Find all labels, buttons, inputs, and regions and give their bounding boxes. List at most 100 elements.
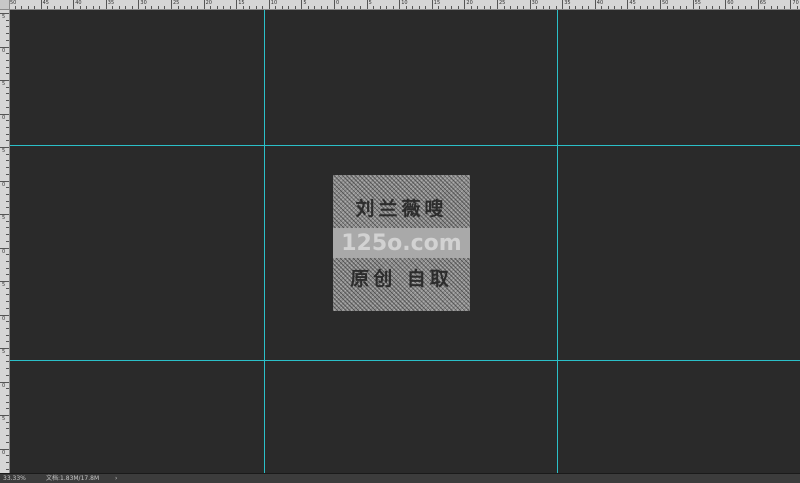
- vertical-ruler[interactable]: 5 0 5 0 5 0 5 0 5 0 5 0 5 0: [0, 9, 10, 473]
- ruler-minor-tick: [679, 6, 681, 9]
- ruler-minor-tick: [14, 6, 16, 9]
- ruler-minor-tick: [796, 6, 798, 9]
- ruler-minor-tick: [738, 6, 740, 9]
- ruler-minor-tick: [60, 6, 62, 9]
- ruler-minor-tick: [412, 6, 414, 9]
- ruler-minor-tick: [190, 6, 192, 9]
- ruler-tick-label: 5: [2, 14, 6, 20]
- ruler-minor-tick: [6, 294, 9, 296]
- ruler-minor-tick: [6, 287, 9, 289]
- ruler-minor-tick: [6, 354, 9, 356]
- ruler-tick-label: 0: [2, 449, 6, 456]
- ruler-minor-tick: [6, 341, 9, 343]
- horizontal-guide-2[interactable]: [10, 360, 800, 361]
- ruler-minor-tick: [646, 6, 648, 9]
- ruler-major-tick: [73, 0, 75, 9]
- ruler-minor-tick: [6, 388, 9, 390]
- document-watermark-text: 125o.com: [333, 228, 470, 258]
- ruler-minor-tick: [503, 6, 505, 9]
- ruler-minor-tick: [6, 59, 9, 61]
- ruler-minor-tick: [6, 260, 9, 262]
- vertical-guide-1[interactable]: [264, 10, 265, 473]
- ruler-minor-tick: [425, 6, 427, 9]
- ruler-minor-tick: [418, 6, 420, 9]
- ruler-minor-tick: [177, 6, 179, 9]
- ruler-minor-tick: [6, 461, 9, 463]
- ruler-minor-tick: [347, 6, 349, 9]
- ruler-minor-tick: [288, 6, 290, 9]
- ruler-minor-tick: [392, 6, 394, 9]
- ruler-minor-tick: [164, 6, 166, 9]
- ruler-major-tick: [627, 0, 629, 9]
- horizontal-ruler[interactable]: 50 45 40 35 30 25 20 15 10 5 0 5 10 15 20 25 30 35 40 45 50 5…: [0, 0, 800, 10]
- ruler-minor-tick: [6, 106, 9, 108]
- ruler-minor-tick: [79, 6, 81, 9]
- ruler-tick-label: 0: [2, 382, 6, 389]
- ruler-minor-tick: [229, 6, 231, 9]
- ruler-minor-tick: [92, 6, 94, 9]
- ruler-minor-tick: [783, 6, 785, 9]
- ruler-tick-label: 0: [2, 114, 6, 121]
- ruler-minor-tick: [6, 254, 9, 256]
- ruler-minor-tick: [197, 6, 199, 9]
- ruler-major-tick: [203, 0, 205, 9]
- ruler-minor-tick: [523, 6, 525, 9]
- ruler-minor-tick: [457, 6, 459, 9]
- ruler-minor-tick: [6, 220, 9, 222]
- ruler-minor-tick: [6, 173, 9, 175]
- ruler-minor-tick: [6, 301, 9, 303]
- ruler-tick-label: 5: [2, 215, 6, 221]
- ruler-tick-label: 5: [2, 81, 6, 87]
- ruler-minor-tick: [607, 6, 609, 9]
- ruler-major-tick: [529, 0, 531, 9]
- ruler-minor-tick: [275, 6, 277, 9]
- ruler-minor-tick: [712, 6, 714, 9]
- vertical-guide-2[interactable]: [557, 10, 558, 473]
- ruler-minor-tick: [588, 6, 590, 9]
- document-subtitle-text: 原创 自取: [350, 267, 453, 290]
- ruler-minor-tick: [157, 6, 159, 9]
- ruler-major-tick: [660, 0, 661, 9]
- ruler-major-tick: [562, 0, 564, 9]
- ruler-minor-tick: [307, 6, 309, 9]
- ruler-minor-tick: [6, 441, 9, 443]
- ruler-minor-tick: [6, 73, 9, 75]
- ruler-major-tick: [236, 0, 238, 9]
- ruler-minor-tick: [542, 6, 544, 9]
- ruler-minor-tick: [6, 267, 9, 269]
- ruler-minor-tick: [731, 6, 733, 9]
- ruler-minor-tick: [686, 6, 688, 9]
- ruler-minor-tick: [483, 6, 485, 9]
- ruler-minor-tick: [379, 6, 381, 9]
- ruler-minor-tick: [777, 6, 779, 9]
- ruler-minor-tick: [490, 6, 492, 9]
- ruler-minor-tick: [6, 361, 9, 363]
- ruler-minor-tick: [620, 6, 622, 9]
- ruler-minor-tick: [6, 167, 9, 169]
- ruler-minor-tick: [653, 6, 655, 9]
- ruler-minor-tick: [6, 100, 9, 102]
- ruler-major-tick: [399, 0, 401, 9]
- ruler-minor-tick: [184, 6, 186, 9]
- ruler-minor-tick: [53, 6, 55, 9]
- ruler-minor-tick: [6, 39, 9, 41]
- document-image[interactable]: 刘兰薇嗖 125o.com 原创 自取: [333, 175, 470, 311]
- ruler-minor-tick: [751, 6, 753, 9]
- horizontal-guide-1[interactable]: [10, 145, 800, 146]
- ruler-origin-corner[interactable]: [0, 0, 10, 10]
- ruler-minor-tick: [6, 193, 9, 195]
- ruler-minor-tick: [6, 160, 9, 162]
- ruler-minor-tick: [6, 33, 9, 35]
- document-title-text: 刘兰薇嗖: [355, 197, 448, 220]
- ruler-minor-tick: [281, 6, 283, 9]
- ruler-minor-tick: [705, 6, 707, 9]
- ruler-minor-tick: [516, 6, 518, 9]
- ruler-minor-tick: [294, 6, 296, 9]
- ruler-minor-tick: [770, 6, 772, 9]
- ruler-minor-tick: [216, 6, 218, 9]
- ruler-tick-label: 5: [368, 0, 372, 6]
- ruler-minor-tick: [6, 19, 9, 21]
- ruler-minor-tick: [6, 374, 9, 376]
- ruler-minor-tick: [6, 455, 9, 457]
- ruler-major-tick: [497, 0, 498, 9]
